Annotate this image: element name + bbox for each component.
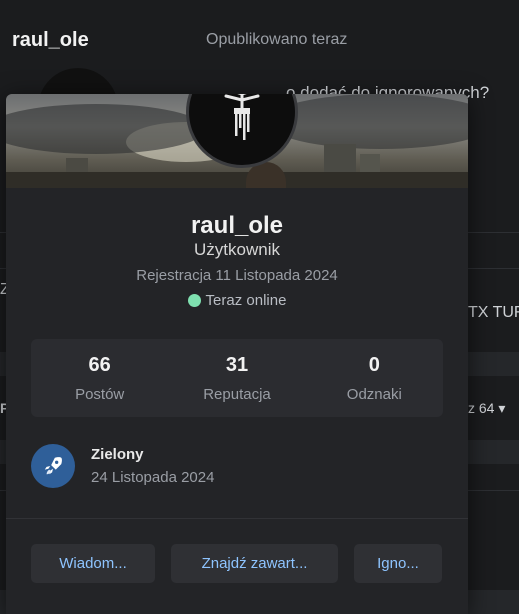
post-published-time: Opublikowano teraz [206, 31, 348, 48]
stat-label: Reputacja [203, 386, 271, 403]
profile-registration-date: Rejestracja 11 Listopada 2024 [136, 267, 338, 284]
find-content-button[interactable]: Znajdź zawart... [171, 544, 338, 583]
stat-posts[interactable]: 66 Postów [31, 339, 168, 417]
stat-label: Postów [75, 386, 125, 403]
badge-date: 24 Listopada 2024 [91, 469, 215, 486]
profile-actions: Wiadom... Znajdź zawart... Igno... [31, 544, 442, 583]
stat-value: 31 [225, 354, 249, 376]
profile-stats: 66 Postów 31 Reputacja 0 Odznaki [31, 339, 443, 417]
stat-badges[interactable]: 0 Odznaki [306, 339, 443, 417]
stat-reputation[interactable]: 31 Reputacja [168, 339, 305, 417]
online-dot-icon [187, 294, 201, 307]
stat-label: Odznaki [346, 386, 402, 403]
badge-name: Zielony [91, 446, 144, 463]
post-author-name[interactable]: raul_ole [12, 29, 89, 52]
message-button[interactable]: Wiadom... [31, 544, 155, 583]
divider [6, 518, 468, 519]
profile-hovercard: raul_ole Użytkownik Rejestracja 11 Listo… [6, 94, 468, 614]
online-status-label: Teraz online [205, 292, 287, 309]
stat-value: 66 [88, 354, 111, 376]
per-page-select[interactable]: z 64 ▾ [468, 400, 505, 417]
rank-badge: Zielony 24 Listopada 2024 [31, 444, 214, 488]
stat-value: 0 [368, 354, 380, 376]
online-status: Teraz online [6, 292, 468, 309]
profile-name[interactable]: raul_ole [6, 212, 468, 240]
rocket-icon [31, 444, 75, 488]
ignore-button[interactable]: Igno... [354, 544, 442, 583]
firefly-logo-icon [224, 94, 260, 140]
profile-role: Użytkownik [194, 240, 280, 259]
background-text: TX TUF [468, 304, 519, 321]
